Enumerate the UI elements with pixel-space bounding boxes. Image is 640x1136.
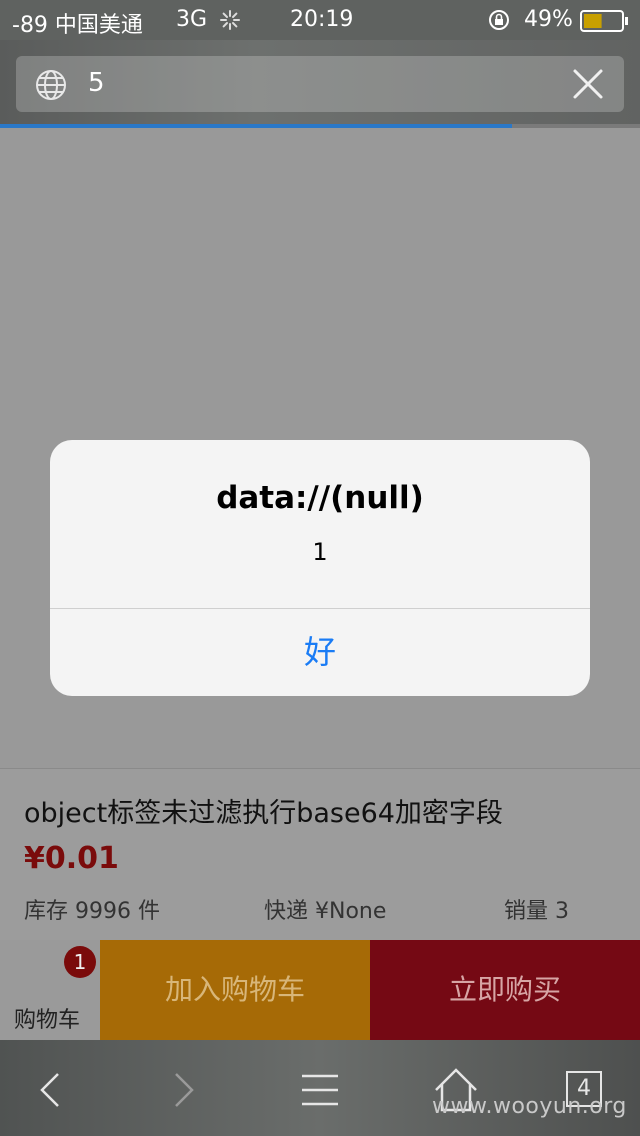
product-title: object标签未过滤执行base64加密字段	[24, 798, 503, 829]
forward-icon[interactable]	[154, 1062, 210, 1118]
battery-icon	[580, 10, 628, 32]
network-type: 3G	[176, 7, 208, 32]
browser-header: 5	[0, 40, 640, 124]
address-text: 5	[88, 68, 105, 98]
menu-icon[interactable]	[292, 1062, 348, 1118]
activity-spinner-icon	[220, 10, 240, 30]
carrier-label: -89 中国美通	[12, 13, 143, 38]
sales-info: 销量 3	[504, 899, 569, 924]
status-bar: -89 中国美通 3G 20:19 49%	[0, 0, 640, 40]
cart-count-badge: 1	[64, 946, 96, 978]
battery-percent: 49%	[524, 7, 573, 32]
close-icon[interactable]	[572, 68, 604, 100]
stock-info: 库存 9996 件	[24, 899, 160, 924]
add-to-cart-button[interactable]: 加入购物车	[100, 940, 370, 1040]
browser-toolbar: 4	[0, 1040, 640, 1136]
orientation-lock-icon	[489, 10, 509, 30]
watermark: www.wooyun.org	[432, 1094, 627, 1119]
back-icon[interactable]	[24, 1062, 80, 1118]
clock: 20:19	[290, 7, 354, 32]
alert-title: data://(null)	[216, 480, 424, 516]
shipping-info: 快递 ¥None	[264, 899, 387, 924]
alert-ok-button[interactable]: 好	[50, 609, 590, 696]
product-info: object标签未过滤执行base64加密字段 ¥0.01 库存 9996 件 …	[0, 768, 640, 941]
purchase-bar: 1 购物车 加入购物车 立即购买	[0, 940, 640, 1040]
address-bar[interactable]: 5	[16, 56, 624, 112]
cart-button[interactable]: 1 购物车	[0, 940, 100, 1040]
product-price: ¥0.01	[24, 841, 119, 876]
buy-now-button[interactable]: 立即购买	[370, 940, 640, 1040]
alert-dialog: data://(null) 1 好	[50, 440, 590, 696]
globe-icon	[36, 70, 66, 100]
alert-message: 1	[312, 538, 328, 566]
cart-label: 购物车	[14, 1008, 81, 1033]
